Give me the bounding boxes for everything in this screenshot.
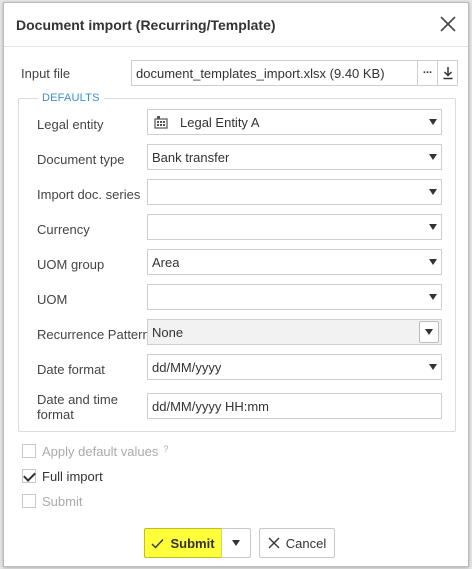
defaults-legend: DEFAULTS xyxy=(38,92,104,104)
input-file-label: Input file xyxy=(21,66,71,81)
input-file-value: document_templates_import.xlsx (9.40 KB) xyxy=(136,66,385,81)
uom-select[interactable] xyxy=(147,284,442,310)
submit-button-label: Submit xyxy=(170,535,215,551)
document-type-select[interactable]: Bank transfer xyxy=(147,144,442,170)
submit-option[interactable]: Submit xyxy=(22,492,82,510)
checkmark-icon xyxy=(151,538,164,549)
document-type-value: Bank transfer xyxy=(152,150,230,165)
building-icon xyxy=(154,115,168,132)
submit-option-label: Submit xyxy=(42,493,83,509)
legal-entity-value: Legal Entity A xyxy=(180,115,260,130)
import-dialog: Document import (Recurring/Template) Inp… xyxy=(3,2,469,567)
date-time-format-label-line2: format xyxy=(37,407,74,422)
recurrence-pattern-select[interactable]: None xyxy=(147,319,442,345)
chevron-down-icon[interactable] xyxy=(425,355,441,379)
date-time-format-label: Date and time format xyxy=(37,392,118,422)
uom-label: UOM xyxy=(37,292,68,307)
full-import-label: Full import xyxy=(42,468,103,484)
legal-entity-label: Legal entity xyxy=(37,117,104,132)
help-icon[interactable]: ? xyxy=(163,444,168,454)
date-time-format-label-line1: Date and time xyxy=(37,392,118,407)
chevron-down-icon[interactable] xyxy=(425,250,441,274)
document-type-label: Document type xyxy=(37,152,125,167)
chevron-down-icon[interactable] xyxy=(425,285,441,309)
recurrence-pattern-value: None xyxy=(152,325,184,340)
chevron-down-icon[interactable] xyxy=(419,321,439,343)
apply-default-values-label: Apply default values xyxy=(42,443,159,459)
chevron-down-icon[interactable] xyxy=(425,110,441,134)
date-time-format-input[interactable]: dd/MM/yyyy HH:mm xyxy=(147,393,442,419)
currency-select[interactable] xyxy=(147,214,442,240)
submit-checkbox[interactable] xyxy=(22,494,36,508)
input-file-field[interactable]: document_templates_import.xlsx (9.40 KB)… xyxy=(131,60,458,86)
import-doc-series-select[interactable] xyxy=(147,179,442,205)
uom-group-value: Area xyxy=(152,255,180,270)
close-icon[interactable] xyxy=(438,14,458,34)
currency-label: Currency xyxy=(37,222,90,237)
date-time-format-value: dd/MM/yyyy HH:mm xyxy=(152,399,269,414)
cancel-button-label: Cancel xyxy=(285,535,327,551)
close-icon xyxy=(268,537,280,549)
date-format-select[interactable]: dd/MM/yyyy xyxy=(147,354,442,380)
cancel-button[interactable]: Cancel xyxy=(259,528,335,558)
uom-group-select[interactable]: Area xyxy=(147,249,442,275)
chevron-down-icon[interactable] xyxy=(425,180,441,204)
apply-default-values-checkbox[interactable] xyxy=(22,444,36,458)
recurrence-pattern-label: Recurrence Pattern xyxy=(37,327,150,342)
full-import-option[interactable]: Full import xyxy=(22,467,103,485)
import-doc-series-label: Import doc. series xyxy=(37,187,141,202)
apply-default-values-option[interactable]: Apply default values ? xyxy=(22,442,168,460)
date-format-label: Date format xyxy=(37,362,105,377)
browse-label: ... xyxy=(422,64,433,76)
dialog-title-bar: Document import (Recurring/Template) xyxy=(4,3,468,47)
browse-button[interactable]: ... xyxy=(417,61,437,85)
chevron-down-icon[interactable] xyxy=(425,215,441,239)
dialog-title: Document import (Recurring/Template) xyxy=(16,17,276,33)
full-import-checkbox[interactable] xyxy=(22,469,36,483)
submit-options-dropdown[interactable] xyxy=(221,528,251,558)
uom-group-label: UOM group xyxy=(37,257,105,272)
submit-button[interactable]: Submit xyxy=(144,528,222,558)
download-icon[interactable] xyxy=(437,61,457,85)
chevron-down-icon[interactable] xyxy=(425,145,441,169)
date-format-value: dd/MM/yyyy xyxy=(152,360,222,375)
legal-entity-select[interactable]: Legal Entity A xyxy=(147,109,442,135)
